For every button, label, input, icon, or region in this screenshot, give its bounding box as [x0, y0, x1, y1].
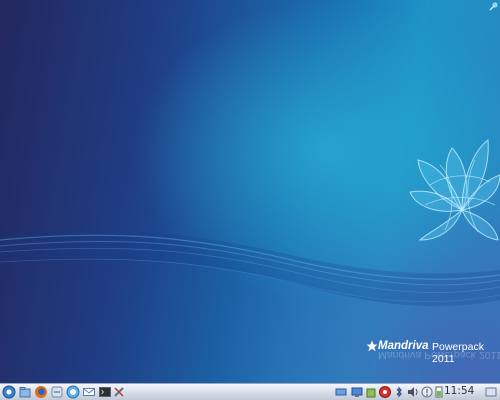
volume-icon[interactable] — [406, 385, 420, 399]
firefox-icon[interactable] — [34, 385, 48, 399]
brand-reflection: Mandriva Powerpack 2011 — [378, 349, 500, 361]
tools-icon[interactable] — [112, 385, 126, 399]
menu-icon[interactable] — [2, 385, 16, 399]
chat-icon[interactable] — [66, 385, 80, 399]
terminal-icon[interactable] — [98, 385, 112, 399]
devices-icon[interactable] — [334, 385, 348, 399]
package-icon[interactable] — [364, 385, 378, 399]
file-manager-icon[interactable] — [50, 385, 64, 399]
taskbar: 11:54 — [0, 383, 500, 400]
show-desktop-icon[interactable] — [484, 385, 498, 399]
desktop-toolbox-icon[interactable] — [488, 2, 498, 12]
home-folder-icon[interactable] — [18, 385, 32, 399]
update-icon[interactable] — [378, 385, 392, 399]
clock[interactable]: 11:54 — [444, 385, 474, 397]
mail-icon[interactable] — [82, 385, 96, 399]
mandriva-star-icon — [366, 340, 378, 352]
bluetooth-icon[interactable] — [392, 385, 406, 399]
network-icon[interactable] — [350, 385, 364, 399]
branding: Mandriva Powerpack 2011 Mandriva Powerpa… — [366, 340, 500, 365]
